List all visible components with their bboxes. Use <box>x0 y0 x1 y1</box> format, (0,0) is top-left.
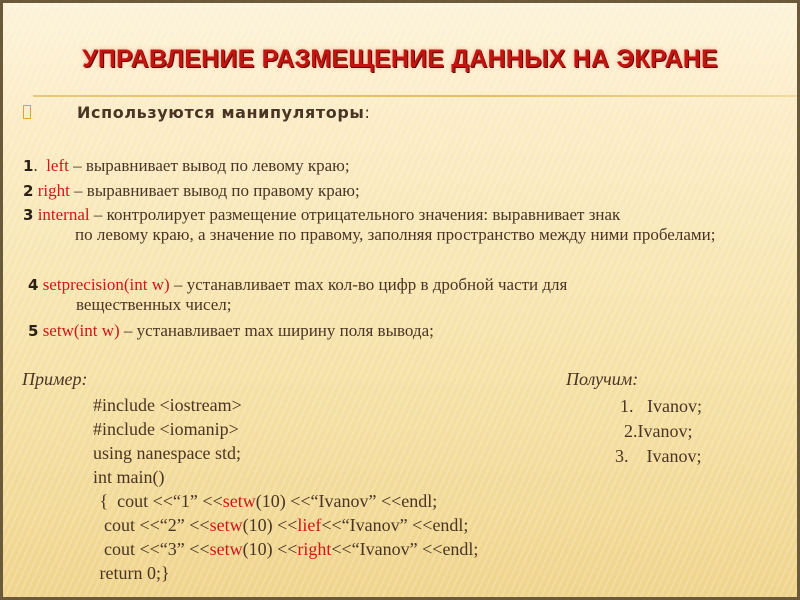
code-keyword: setw <box>209 539 243 559</box>
list-item: 2 right – выравнивает вывод по правому к… <box>23 181 360 201</box>
result-line: 3. Ivanov; <box>615 446 702 466</box>
slide: УПРАВЛЕНИЕ РАЗМЕЩЕНИЕ ДАННЫХ НА ЭКРАНЕ И… <box>3 3 797 597</box>
code-text: cout <<“3” << <box>95 539 210 559</box>
item-continuation: вещественных чисел; <box>76 295 232 314</box>
item-number: 3 <box>23 206 34 224</box>
code-text: #include <iostream> <box>93 395 242 415</box>
item-text: – контролирует размещение отрицательного… <box>89 205 621 224</box>
code-keyword: right <box>297 539 332 559</box>
item-keyword: setw(int w) <box>42 321 120 340</box>
code-block: #include <iostream> #include <iomanip> usi… <box>93 393 478 585</box>
subheading: Используются манипуляторы: <box>77 103 370 122</box>
code-text: int main() <box>93 467 165 487</box>
item-keyword: left <box>46 156 69 175</box>
result-line: 1. Ivanov; <box>620 396 702 416</box>
code-text: cout <<“2” << <box>95 515 210 535</box>
code-line: cout <<“2” <<setw(10) <<lief<<“Ivanov” <… <box>93 513 478 537</box>
item-text: – выравнивает вывод по левому краю; <box>68 156 350 175</box>
item-continuation: по левому краю, а значение по правому, з… <box>75 225 716 244</box>
item-keyword: right <box>37 181 70 200</box>
code-text: <<“Ivanov” <<endl; <box>321 515 469 535</box>
code-keyword: lief <box>297 515 322 535</box>
square-bullet-icon <box>23 105 31 119</box>
slide-title: УПРАВЛЕНИЕ РАЗМЕЩЕНИЕ ДАННЫХ НА ЭКРАНЕ <box>82 45 718 73</box>
code-keyword: setw <box>209 515 243 535</box>
code-text: using nanespace std; <box>93 443 241 463</box>
item-number: 5 <box>28 322 39 340</box>
item-sep: . <box>33 156 42 175</box>
item-number: 4 <box>28 276 39 294</box>
item-text: – устанавливает max ширину поля вывода; <box>119 321 434 340</box>
list-item: 4 setprecision(int w) – устанавливает ma… <box>28 275 768 315</box>
item-text: – выравнивает вывод по правому краю; <box>69 181 360 200</box>
code-line: #include <iostream> <box>93 393 478 417</box>
code-line: { cout <<“1” <<setw(10) <<“Ivanov” <<end… <box>93 489 478 513</box>
code-keyword: setw <box>222 491 256 511</box>
code-text: (10) << <box>242 539 298 559</box>
item-number: 2 <box>23 182 34 200</box>
list-item: 3 internal – контролирует размещение отр… <box>23 205 763 245</box>
title-divider <box>33 95 797 97</box>
code-line: using nanespace std; <box>93 441 478 465</box>
list-item: 1. left – выравнивает вывод по левому кр… <box>23 156 350 176</box>
code-line: cout <<“3” <<setw(10) <<right<<“Ivanov” … <box>93 537 478 561</box>
item-number: 1 <box>23 157 34 175</box>
code-text: (10) << <box>242 515 298 535</box>
result-label: Получим: <box>566 369 639 389</box>
code-text: return 0;} <box>95 563 170 583</box>
item-keyword: internal <box>37 205 90 224</box>
code-text: <<“Ivanov” <<endl; <box>331 539 479 559</box>
code-text: { cout <<“1” << <box>95 491 223 511</box>
item-text: – устанавливает max кол-во цифр в дробно… <box>169 275 568 294</box>
code-line: #include <iomanip> <box>93 417 478 441</box>
subheading-text: Используются манипуляторы <box>77 103 365 122</box>
example-label: Пример: <box>22 369 88 389</box>
result-line: 2.Ivanov; <box>624 421 693 441</box>
code-line: return 0;} <box>93 561 478 585</box>
code-text: (10) <<“Ivanov” <<endl; <box>255 491 438 511</box>
code-text: #include <iomanip> <box>93 419 239 439</box>
code-line: int main() <box>93 465 478 489</box>
subheading-colon: : <box>364 103 371 122</box>
list-item: 5 setw(int w) – устанавливает max ширину… <box>28 321 434 341</box>
item-keyword: setprecision(int w) <box>42 275 170 294</box>
